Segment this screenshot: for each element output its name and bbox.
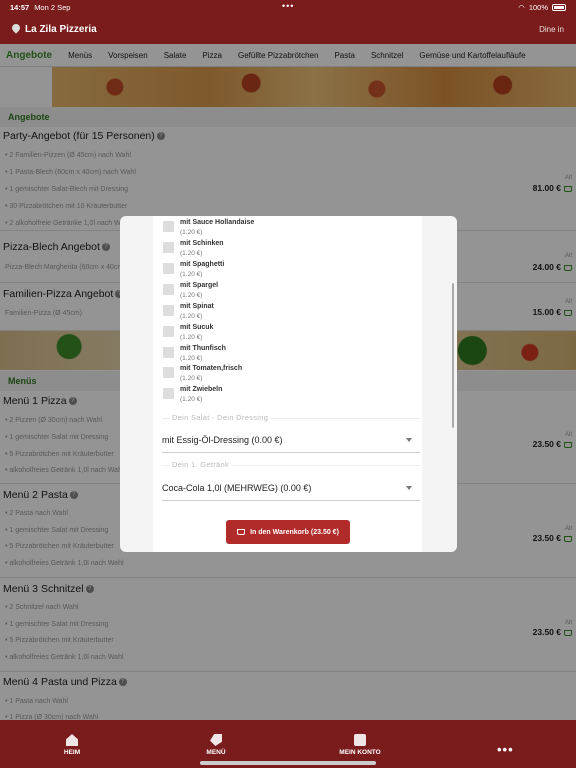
option-name: mit Tomaten,frisch	[180, 365, 243, 372]
drink-label: Dein 1. Getränk	[170, 460, 232, 469]
option-checkbox[interactable]	[163, 367, 174, 378]
option-checkbox[interactable]	[163, 347, 174, 358]
option-checkbox[interactable]	[163, 305, 174, 316]
option-name: mit Sauce Hollandaise	[180, 219, 255, 226]
option-row[interactable]: mit Spargel (1.20 €)	[163, 282, 383, 302]
add-to-cart-button[interactable]: In den Warenkorb (23.50 €)	[226, 520, 350, 544]
wifi-icon: ◠	[518, 2, 525, 12]
nav-account[interactable]: MEIN KONTO	[330, 734, 390, 756]
more-icon[interactable]: •••	[497, 742, 514, 757]
restaurant-title: La Zila Pizzeria	[25, 23, 97, 35]
option-checkbox[interactable]	[163, 388, 174, 399]
option-name: mit Spaghetti	[180, 261, 225, 268]
option-price: (1.20 €)	[180, 334, 203, 341]
option-row[interactable]: mit Sucuk (1.20 €)	[163, 324, 383, 344]
battery-icon	[552, 3, 566, 11]
drink-value: Coca-Cola 1,0l (MEHRWEG) (0.00 €)	[162, 483, 312, 493]
option-row[interactable]: mit Spaghetti (1.20 €)	[163, 261, 383, 281]
dine-in-mode[interactable]: Dine in	[539, 25, 564, 34]
cart-icon	[237, 529, 246, 535]
select-underline	[162, 500, 420, 501]
multitask-dots[interactable]: •••	[282, 1, 294, 11]
option-checkbox[interactable]	[163, 263, 174, 274]
tag-icon	[210, 734, 222, 746]
option-checkbox[interactable]	[163, 326, 174, 337]
status-bar: 14:57 Mon 2 Sep ••• ◠ 100%	[0, 0, 576, 14]
chevron-down-icon	[406, 438, 412, 442]
option-price: (1.20 €)	[180, 396, 203, 403]
option-row[interactable]: mit Zwiebeln (1.20 €)	[163, 386, 383, 406]
chevron-down-icon	[406, 486, 412, 490]
option-name: mit Sucuk	[180, 324, 214, 331]
option-row[interactable]: mit Tomaten,frisch (1.20 €)	[163, 365, 383, 385]
option-name: mit Schinken	[180, 240, 224, 247]
option-name: mit Spargel	[180, 282, 219, 289]
add-to-cart-label: In den Warenkorb (23.50 €)	[250, 528, 339, 536]
home-icon	[66, 734, 78, 746]
salad-dressing-label: Dein Salat - Dein Dressing	[170, 413, 271, 422]
app-header: La Zila Pizzeria Dine in	[0, 14, 576, 44]
status-date: Mon 2 Sep	[34, 2, 71, 12]
option-row[interactable]: mit Spinat (1.20 €)	[163, 303, 383, 323]
option-row[interactable]: mit Schinken (1.20 €)	[163, 240, 383, 260]
select-underline	[162, 452, 420, 453]
nav-home[interactable]: HEIM	[42, 734, 102, 756]
option-row[interactable]: mit Thunfisch (1.20 €)	[163, 345, 383, 365]
option-name: mit Spinat	[180, 303, 214, 310]
option-price: (1.20 €)	[180, 250, 203, 257]
option-checkbox[interactable]	[163, 284, 174, 295]
option-price: (1.20 €)	[180, 229, 203, 236]
nav-menu-label: MENÜ	[206, 749, 226, 756]
drink-select[interactable]: Coca-Cola 1,0l (MEHRWEG) (0.00 €)	[162, 483, 412, 499]
bag-icon	[354, 734, 366, 746]
option-price: (1.20 €)	[180, 313, 203, 320]
status-time: 14:57	[10, 2, 30, 12]
option-row[interactable]: mit Sauce Hollandaise (1.20 €)	[163, 219, 383, 239]
option-name: mit Zwiebeln	[180, 386, 223, 393]
nav-home-label: HEIM	[63, 749, 81, 756]
option-checkbox[interactable]	[163, 221, 174, 232]
option-price: (1.20 €)	[180, 375, 203, 382]
modal-scrollbar[interactable]	[452, 283, 454, 428]
option-checkbox[interactable]	[163, 242, 174, 253]
option-name: mit Thunfisch	[180, 345, 226, 352]
salad-dressing-select[interactable]: mit Essig-Öl-Dressing (0.00 €)	[162, 435, 412, 451]
home-indicator	[200, 761, 376, 765]
location-pin-icon	[12, 24, 20, 35]
salad-dressing-value: mit Essig-Öl-Dressing (0.00 €)	[162, 435, 283, 445]
option-price: (1.20 €)	[180, 355, 203, 362]
option-price: (1.20 €)	[180, 292, 203, 299]
nav-menu[interactable]: MENÜ	[186, 734, 246, 756]
option-price: (1.20 €)	[180, 271, 203, 278]
nav-account-label: MEIN KONTO	[339, 749, 381, 756]
battery-percent: 100%	[528, 2, 548, 12]
